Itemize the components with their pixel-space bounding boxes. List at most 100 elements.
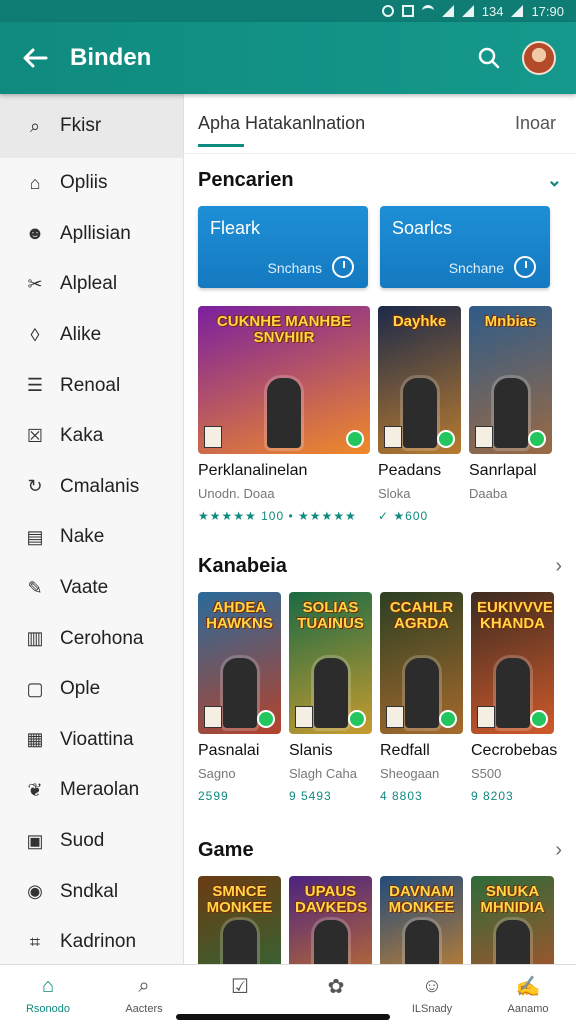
age-rating-icon: [295, 706, 313, 728]
kanabeia-games-row: AHDEA HAWKNS Pasnalai Sagno 2599 SOLIAS TUAI…: [184, 592, 576, 824]
section-pencarian-header: Pencarien ⌄: [184, 154, 576, 206]
box-icon: ☒: [26, 425, 44, 446]
game-title: Cecrobebas: [471, 742, 558, 759]
drawer-item[interactable]: ◊ Alike: [0, 310, 183, 361]
home-indicator[interactable]: [176, 1014, 390, 1020]
drawer-item[interactable]: ✎ Vaate: [0, 563, 183, 614]
navigation-drawer: ⌕ Fkisr ⌂ Opliis ☻ Apllisian ✂ Alpleal ◊ Alike ☰ Re…: [0, 94, 184, 964]
loop-icon: ↻: [27, 476, 43, 497]
game-card[interactable]: DAVNAM MONKEE: [380, 876, 463, 964]
drawer-item-label: Fkisr: [60, 115, 102, 136]
game-cover-image: Mnbias: [469, 306, 552, 454]
tab-indicator: [198, 144, 244, 147]
drawer-item[interactable]: ☻ Apllisian: [0, 209, 183, 260]
game-logo: Dayhke: [392, 313, 447, 330]
game-publisher: Sheogaan: [380, 766, 440, 781]
character-figure: [495, 920, 530, 964]
game-card[interactable]: SOLIAS TUAINUS Slanis Slagh Caha 9 5493: [289, 592, 372, 824]
search-card[interactable]: Fleark Snchans: [198, 206, 368, 288]
tools-icon: ✂: [27, 273, 43, 294]
game-card[interactable]: UPAUS DAVKEDS: [289, 876, 372, 964]
back-arrow-icon[interactable]: [0, 22, 70, 94]
verified-badge-icon: [346, 430, 364, 448]
verified-badge-icon: [257, 710, 275, 728]
drawer-item-label: Sndkal: [60, 880, 119, 902]
drawer-item[interactable]: ↻ Cmalanis: [0, 462, 183, 513]
character-figure: [495, 658, 530, 728]
game-logo: SNUKA MHNIDIA: [480, 883, 545, 916]
drawer-item[interactable]: ▣ Suod: [0, 816, 183, 867]
bag-icon: ▥: [26, 628, 44, 649]
person-icon: ☻: [25, 223, 45, 244]
game-card[interactable]: Dayhke Peadans Sloka ✓ ★600: [378, 306, 461, 540]
game-card[interactable]: SMNCE MONKEE: [198, 876, 281, 964]
age-rating-icon: [475, 426, 493, 448]
game-rating: ★★★★★ 100 • ★★★★★: [198, 509, 357, 523]
game-logo: Mnbias: [484, 313, 537, 330]
search-card[interactable]: Soarlcs Snchane: [380, 206, 550, 288]
character-figure: [404, 920, 439, 964]
bottom-nav-item[interactable]: ✍ Aanamo: [483, 973, 573, 1016]
drawer-item[interactable]: ☒ Kaka: [0, 411, 183, 462]
clock: 17:90: [531, 3, 564, 19]
tag-icon: ⌗: [29, 931, 41, 952]
drawer-item[interactable]: ❦ Meraolan: [0, 765, 183, 816]
drawer-item[interactable]: ▥ Cerohona: [0, 613, 183, 664]
chevron-right-icon[interactable]: ›: [555, 839, 562, 862]
verified-badge-icon: [528, 430, 546, 448]
top-games-row: CUKNHE MANHBE SNVHIIR Perklanalinelan Unod…: [184, 306, 576, 540]
page-title: Binden: [70, 44, 152, 71]
game-card[interactable]: Mnbias Sanrlapal Daaba: [469, 306, 552, 540]
drawer-item[interactable]: ▤ Nake: [0, 512, 183, 563]
bottom-nav-item[interactable]: ☑: [195, 973, 285, 1003]
alarm-icon: [381, 5, 394, 17]
drawer-item[interactable]: ▢ Ople: [0, 664, 183, 715]
app-bar: Binden: [0, 22, 576, 94]
bottom-nav-label: Aacters: [125, 1003, 163, 1015]
list-icon: ☰: [26, 375, 44, 396]
battery-level: 134: [481, 3, 504, 19]
smile-box-icon: ☺: [421, 974, 443, 997]
game-card[interactable]: AHDEA HAWKNS Pasnalai Sagno 2599: [198, 592, 281, 824]
verified-badge-icon: [439, 710, 457, 728]
doc-icon: ▤: [26, 526, 44, 547]
eye-icon: ◉: [27, 881, 43, 902]
bottom-nav-label: ILSnady: [411, 1003, 453, 1015]
drawer-item[interactable]: ⌕ Fkisr: [0, 94, 183, 158]
drawer-item[interactable]: ◉ Sndkal: [0, 866, 183, 917]
game-cover-image: UPAUS DAVKEDS: [289, 876, 372, 964]
game-title: Perklanalinelan: [198, 462, 308, 479]
game-card[interactable]: CUKNHE MANHBE SNVHIIR Perklanalinelan Unod…: [198, 306, 370, 540]
drawer-item-label: Opliis: [60, 172, 108, 194]
drawer-item[interactable]: ▦ Vioattina: [0, 715, 183, 766]
chevron-down-icon[interactable]: ⌄: [547, 170, 562, 191]
drawer-item[interactable]: ✂ Alpleal: [0, 259, 183, 310]
character-figure: [222, 920, 257, 964]
tab-secondary[interactable]: Inoar: [515, 113, 556, 134]
bottom-nav-item[interactable]: ⌕ Aacters: [99, 973, 189, 1016]
game-title: Sanrlapal: [469, 462, 537, 479]
search-cards: Fleark Snchans Soarlcs Snchane: [184, 206, 576, 306]
drawer-item-label: Cerohona: [60, 627, 144, 649]
search-icon[interactable]: [464, 33, 514, 83]
bottom-nav-item[interactable]: ⌂ Rsonodo: [3, 973, 93, 1016]
game-card[interactable]: EUKIVVVE KHANDA Cecrobebas S500 9 8203: [471, 592, 558, 824]
chevron-right-icon[interactable]: ›: [555, 555, 562, 578]
game-logo: SOLIAS TUAINUS: [297, 599, 364, 632]
drawer-item[interactable]: ☰ Renoal: [0, 360, 183, 411]
game-card[interactable]: CCAHLR AGRDA Redfall Sheogaan 4 8803: [380, 592, 463, 824]
avatar[interactable]: [522, 41, 556, 75]
game-publisher: S500: [471, 766, 502, 781]
clock-icon: [332, 256, 354, 278]
game-cover-image: CUKNHE MANHBE SNVHIIR: [198, 306, 370, 454]
bottom-nav-item[interactable]: ☺ ILSnady: [387, 973, 477, 1016]
game-logo: EUKIVVVE KHANDA: [477, 599, 553, 632]
bottom-nav-item[interactable]: ✿: [291, 973, 381, 1003]
drawer-item[interactable]: ⌗ Kadrinon: [0, 917, 183, 964]
bottom-nav-label: Aanamo: [507, 1003, 549, 1015]
tab-primary[interactable]: Apha Hatakanlnation: [198, 113, 365, 134]
game-card[interactable]: SNUKA MHNIDIA: [471, 876, 554, 964]
signal-icon-2: [461, 5, 474, 17]
sim-icon: [401, 5, 414, 17]
drawer-item[interactable]: ⌂ Opliis: [0, 158, 183, 209]
